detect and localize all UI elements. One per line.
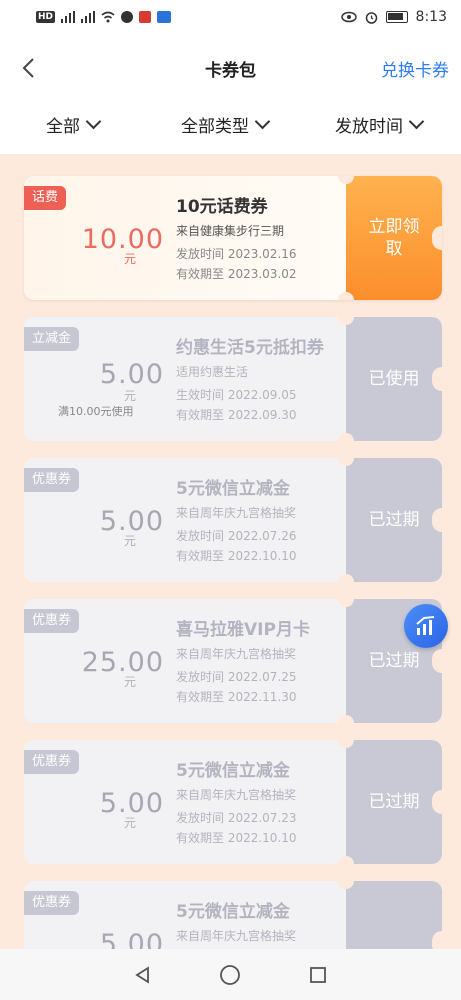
nav-home-button[interactable] xyxy=(219,964,241,986)
coupon-card[interactable]: 立减金 5.00 元 满10.00元使用 约惠生活5元抵扣券 适用约惠生活 生效… xyxy=(24,317,442,441)
coupon-unit: 元 xyxy=(124,252,137,266)
coupon-unit: 元 xyxy=(124,389,137,403)
circle-home-icon xyxy=(220,964,241,985)
nav-recents-button[interactable] xyxy=(308,965,328,985)
coupon-info: 5元微信立减金 来自周年庆九宫格抽奖 xyxy=(176,897,366,944)
clock: 8:13 xyxy=(415,9,447,25)
filter-label: 发放时间 xyxy=(335,116,403,137)
coupon-condition: 满10.00元使用 xyxy=(58,405,134,418)
page-title: 卡券包 xyxy=(205,60,256,81)
coupon-expire-date: 有效期至 2022.10.10 xyxy=(176,549,297,563)
coupon-card[interactable]: 优惠券 5.00 元 5元微信立减金 来自周年庆九宫格抽奖 发放时间 2022.… xyxy=(24,740,442,864)
coupon-status-label: 已过期 xyxy=(368,651,420,671)
coupon-amount: 5.00 xyxy=(99,929,164,949)
coupon-info: 喜马拉雅VIP月卡 来自周年庆九宫格抽奖 发放时间 2022.07.25 有效期… xyxy=(176,615,366,705)
coupon-expire-date: 有效期至 2022.11.30 xyxy=(176,690,297,704)
battery-icon xyxy=(385,11,408,23)
coupon-card[interactable]: 优惠券 5.00 元 5元微信立减金 来自周年庆九宫格抽奖 发放时间 2022.… xyxy=(24,458,442,582)
chevron-down-icon xyxy=(408,113,425,130)
coupon-source: 来自周年庆九宫格抽奖 xyxy=(176,788,297,802)
coupon-status: 已过期 xyxy=(338,458,442,582)
coupon-status: 已过期 xyxy=(338,740,442,864)
coupon-source: 适用约惠生活 xyxy=(176,365,249,379)
nav-back-button[interactable] xyxy=(133,965,153,985)
claim-button-label: 立即领取 xyxy=(368,217,420,259)
coupon-info: 10元话费券 来自健康集步行三期 发放时间 2023.02.16 有效期至 20… xyxy=(176,192,366,282)
coupon-expire-date: 有效期至 2022.10.10 xyxy=(176,831,297,845)
triangle-back-icon xyxy=(135,965,150,984)
coupon-source: 来自健康集步行三期 xyxy=(176,224,285,238)
filter-time[interactable]: 发放时间 xyxy=(335,112,425,137)
chevron-down-icon xyxy=(85,113,102,130)
coupon-type-badge: 优惠券 xyxy=(24,468,80,492)
coupon-type-badge: 话费 xyxy=(24,186,67,210)
back-button[interactable] xyxy=(14,54,42,82)
system-nav-bar xyxy=(0,949,461,1000)
coupon-title: 5元微信立减金 xyxy=(176,761,290,781)
coupon-status-label: 已过期 xyxy=(368,792,420,812)
coupon-type-badge: 优惠券 xyxy=(24,891,80,915)
coupon-card[interactable]: 优惠券 5.00 5元微信立减金 来自周年庆九宫格抽奖 xyxy=(24,881,442,949)
coupon-source: 来自周年庆九宫格抽奖 xyxy=(176,647,297,661)
coupon-amount: 10.00 xyxy=(81,224,164,255)
coupon-status-label: 已过期 xyxy=(368,510,420,530)
coupon-issue-date: 发放时间 2023.02.16 xyxy=(176,247,297,261)
coupon-issue-date: 发放时间 2022.07.26 xyxy=(176,529,297,543)
app-notification-icon xyxy=(139,11,152,23)
filter-label: 全部类型 xyxy=(181,116,249,137)
coupon-info: 5元微信立减金 来自周年庆九宫格抽奖 发放时间 2022.07.23 有效期至 … xyxy=(176,756,366,846)
filter-label: 全部 xyxy=(46,116,80,137)
coupon-title: 喜马拉雅VIP月卡 xyxy=(176,620,310,640)
hd-icon: HD xyxy=(36,11,56,23)
coupon-title: 10元话费券 xyxy=(176,197,268,217)
coupon-info: 5元微信立减金 来自周年庆九宫格抽奖 发放时间 2022.07.26 有效期至 … xyxy=(176,474,366,564)
alarm-icon xyxy=(365,11,377,24)
coupon-amount: 5.00 xyxy=(99,788,164,819)
coupon-issue-date: 发放时间 2022.07.25 xyxy=(176,670,297,684)
coupon-amount: 5.00 xyxy=(99,359,164,390)
coupon-type-badge: 立减金 xyxy=(24,327,80,351)
coupon-list[interactable]: 话费 10.00 元 10元话费券 来自健康集步行三期 发放时间 2023.02… xyxy=(0,154,461,949)
header: 卡券包 兑换卡券 xyxy=(0,44,461,92)
coupon-unit: 元 xyxy=(124,534,137,548)
chevron-left-icon xyxy=(22,58,34,78)
coupon-unit: 元 xyxy=(124,816,137,830)
coupon-status: 已使用 xyxy=(338,317,442,441)
claim-button[interactable]: 立即领取 xyxy=(338,176,442,300)
coupon-status xyxy=(338,881,442,949)
exchange-coupon-link[interactable]: 兑换卡券 xyxy=(381,56,449,81)
status-bar: HD 8:13 xyxy=(0,0,461,34)
coupon-expire-date: 有效期至 2023.03.02 xyxy=(176,267,297,281)
coupon-title: 约惠生活5元抵扣券 xyxy=(176,338,324,358)
coupon-issue-date: 生效时间 2022.09.05 xyxy=(176,388,297,402)
coupon-amount: 5.00 xyxy=(99,506,164,537)
signal-icon xyxy=(81,11,96,23)
filter-type[interactable]: 全部类型 xyxy=(181,112,271,137)
coupon-source: 来自周年庆九宫格抽奖 xyxy=(176,929,297,943)
trend-up-icon xyxy=(416,616,435,635)
coupon-expire-date: 有效期至 2022.09.30 xyxy=(176,408,297,422)
coupon-type-badge: 优惠券 xyxy=(24,750,80,774)
eye-icon xyxy=(340,11,357,23)
app-notification-icon xyxy=(157,11,172,23)
chevron-down-icon xyxy=(254,113,271,130)
message-icon xyxy=(121,11,134,23)
coupon-amount: 25.00 xyxy=(81,647,164,678)
coupon-source: 来自周年庆九宫格抽奖 xyxy=(176,506,297,520)
wifi-icon xyxy=(101,11,115,23)
coupon-card[interactable]: 优惠券 25.00 元 喜马拉雅VIP月卡 来自周年庆九宫格抽奖 发放时间 20… xyxy=(24,599,442,723)
filter-bar: 全部 全部类型 发放时间 xyxy=(0,104,461,144)
filter-all[interactable]: 全部 xyxy=(46,112,102,137)
signal-icon xyxy=(61,11,76,23)
coupon-title: 5元微信立减金 xyxy=(176,479,290,499)
coupon-title: 5元微信立减金 xyxy=(176,902,290,922)
square-recents-icon xyxy=(309,966,326,983)
coupon-info: 约惠生活5元抵扣券 适用约惠生活 生效时间 2022.09.05 有效期至 20… xyxy=(176,333,366,423)
coupon-status-label: 已使用 xyxy=(368,369,420,389)
coupon-unit: 元 xyxy=(124,675,137,689)
coupon-issue-date: 发放时间 2022.07.23 xyxy=(176,811,297,825)
floating-assistant-button[interactable] xyxy=(404,604,448,648)
coupon-type-badge: 优惠券 xyxy=(24,609,80,633)
coupon-card[interactable]: 话费 10.00 元 10元话费券 来自健康集步行三期 发放时间 2023.02… xyxy=(24,176,442,300)
